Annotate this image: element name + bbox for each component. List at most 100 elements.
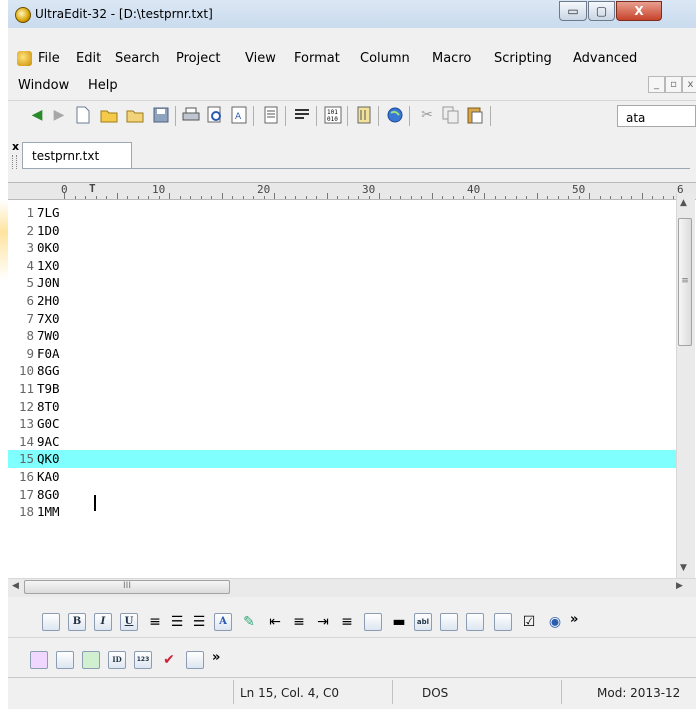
menu-help[interactable]: Help (88, 78, 118, 93)
scroll-down-icon[interactable]: ▼ (680, 563, 687, 573)
ruler-tick (127, 196, 128, 199)
new-file-icon[interactable] (74, 106, 92, 124)
html-preview-icon[interactable] (42, 613, 60, 631)
editor-line[interactable]: 3 0K0 (8, 239, 676, 257)
highlight-icon[interactable]: ✎ (240, 613, 258, 631)
word-wrap-icon[interactable] (293, 106, 311, 124)
align-left-icon[interactable]: ⇤ (266, 613, 284, 631)
close-button[interactable]: X (616, 1, 662, 21)
mdi-restore-button[interactable]: ▫ (665, 76, 682, 93)
scroll-right-icon[interactable]: ▶ (676, 581, 683, 591)
hex-mode-icon[interactable]: 101 010 (324, 106, 342, 124)
spell-check-icon[interactable] (494, 613, 512, 631)
paste-icon[interactable] (466, 106, 484, 124)
number-conversion-icon[interactable]: 123 (134, 651, 152, 669)
menu-view[interactable]: View (245, 51, 276, 66)
editor-line[interactable]: 6 2H0 (8, 292, 676, 310)
menu-column[interactable]: Column (360, 51, 410, 66)
menu-advanced[interactable]: Advanced (573, 51, 637, 66)
close-folder-icon[interactable] (126, 106, 144, 124)
editor-line[interactable]: 11 T9B (8, 380, 676, 398)
font-icon[interactable]: A (214, 613, 232, 631)
menu-format[interactable]: Format (294, 51, 340, 66)
script-icon[interactable] (186, 651, 204, 669)
tab-close-icon[interactable]: x (12, 140, 19, 153)
editor-line[interactable]: 9 F0A (8, 345, 676, 363)
print-icon[interactable] (182, 106, 200, 124)
scroll-left-icon[interactable]: ◀ (12, 581, 19, 591)
password-field-icon[interactable] (466, 613, 484, 631)
minimize-button[interactable]: ▭ (559, 1, 587, 21)
mdi-close-button[interactable]: x (682, 76, 696, 93)
column-mode-icon[interactable] (355, 106, 373, 124)
numbered-list-icon[interactable]: ☰ (190, 613, 208, 631)
window-edge-highlight (0, 200, 8, 280)
menu-file[interactable]: File (38, 51, 60, 66)
table-icon[interactable] (30, 651, 48, 669)
editor-line[interactable]: 17 8G0 (8, 486, 676, 504)
web-browser-icon[interactable] (386, 106, 404, 124)
checkbox-icon[interactable]: ☑ (520, 613, 538, 631)
indent-icon[interactable]: ≡ (146, 613, 164, 631)
menu-edit[interactable]: Edit (76, 51, 101, 66)
quick-find-input[interactable] (617, 105, 696, 127)
textarea-icon[interactable] (440, 613, 458, 631)
menu-macro[interactable]: Macro (432, 51, 471, 66)
save-icon[interactable] (152, 106, 170, 124)
toolbar-overflow-chevron-icon[interactable]: » (212, 650, 220, 665)
italic-icon[interactable]: I (94, 613, 112, 631)
id-icon[interactable]: ID (108, 651, 126, 669)
copy-icon[interactable] (442, 106, 460, 124)
align-center-icon[interactable]: ≡ (290, 613, 308, 631)
menu-scripting[interactable]: Scripting (494, 51, 552, 66)
editor-line[interactable]: 13 G0C (8, 415, 676, 433)
ruler-tick (620, 196, 622, 199)
forward-arrow-icon[interactable]: ▶ (50, 106, 68, 124)
maximize-button[interactable]: ▢ (588, 1, 615, 21)
title-bar[interactable]: UltraEdit-32 - [D:\testprnr.txt] ▭ ▢ X (8, 0, 696, 28)
editor-line[interactable]: 8 7W0 (8, 327, 676, 345)
mdi-minimize-button[interactable]: _ (648, 76, 665, 93)
ruler-tab-marker[interactable]: T (89, 182, 96, 195)
justify-icon[interactable]: ≡ (338, 613, 356, 631)
ultraedit-app-icon[interactable] (15, 7, 31, 23)
editor-line[interactable]: 2 1D0 (8, 222, 676, 240)
vertical-scroll-thumb[interactable]: ≡ (678, 218, 692, 346)
editor-line[interactable]: 18 1MM (8, 503, 676, 521)
scroll-up-icon[interactable]: ▲ (680, 198, 687, 208)
menu-search[interactable]: Search (115, 51, 160, 66)
editor-line[interactable]: 16 KA0 (8, 468, 676, 486)
editor-line[interactable]: 4 1X0 (8, 257, 676, 275)
function-list-icon[interactable] (82, 651, 100, 669)
text-field-icon[interactable]: abl (414, 613, 432, 631)
editor-line[interactable]: 15 QK0 (8, 450, 676, 468)
document-menu-icon[interactable] (17, 51, 32, 66)
bold-icon[interactable]: B (68, 613, 86, 631)
editor-line[interactable]: 10 8GG (8, 362, 676, 380)
compare-icon[interactable]: ✔ (160, 651, 178, 669)
editor-line[interactable]: 5 J0N (8, 274, 676, 292)
ftp-icon[interactable] (56, 651, 74, 669)
editor-line[interactable]: 14 9AC (8, 433, 676, 451)
editor-line[interactable]: 7 7X0 (8, 310, 676, 328)
document-icon[interactable] (262, 106, 280, 124)
horizontal-rule-icon[interactable]: ▬ (390, 613, 408, 631)
toolbar-overflow-chevron-icon[interactable]: » (570, 612, 578, 627)
menu-window[interactable]: Window (18, 78, 69, 93)
editor-line[interactable]: 1 7LG (8, 204, 676, 222)
page-setup-icon[interactable]: A (230, 106, 248, 124)
cut-icon[interactable]: ✂ (418, 106, 436, 124)
radio-button-icon[interactable]: ◉ (546, 613, 564, 631)
open-folder-icon[interactable] (100, 106, 118, 124)
form-icon[interactable] (364, 613, 382, 631)
tab-testprnr[interactable]: testprnr.txt (22, 142, 132, 168)
menu-project[interactable]: Project (176, 51, 220, 66)
horizontal-scroll-thumb[interactable]: III (24, 580, 230, 594)
editor-line[interactable]: 12 8T0 (8, 398, 676, 416)
back-arrow-icon[interactable]: ◀ (28, 106, 46, 124)
print-preview-icon[interactable] (206, 106, 224, 124)
tab-strip-grip-icon[interactable] (12, 155, 17, 169)
align-right-icon[interactable]: ⇥ (314, 613, 332, 631)
bullet-list-icon[interactable]: ☰ (168, 613, 186, 631)
underline-icon[interactable]: U (120, 613, 138, 631)
